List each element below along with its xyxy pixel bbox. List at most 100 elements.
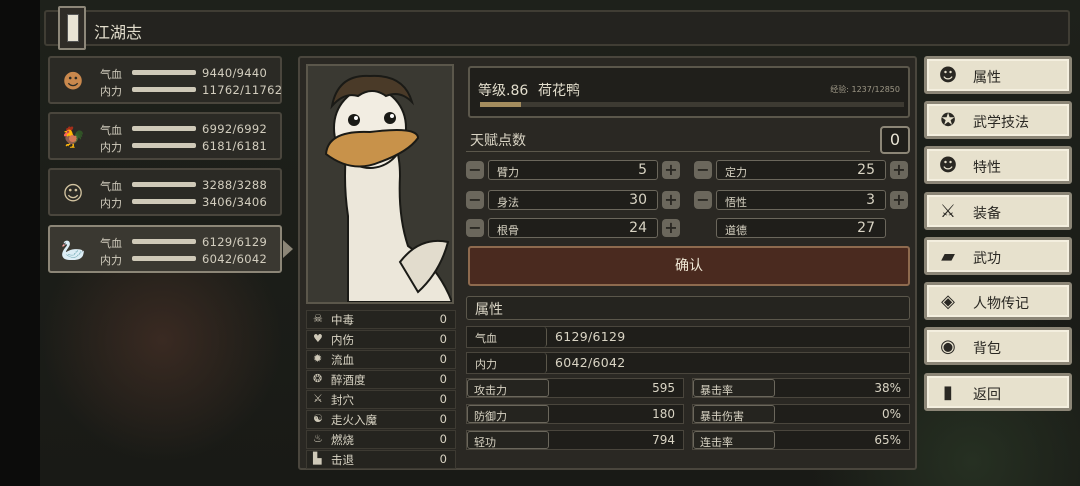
- trait-icon: ☻: [938, 155, 958, 176]
- menu-label: 属性: [973, 70, 1001, 86]
- attribute-value: 25: [857, 162, 875, 178]
- attribute-name: 臂力: [497, 166, 519, 179]
- attribute-value: 30: [629, 192, 647, 208]
- character-card-1[interactable]: ☻ 气血 9440/9440 内力 11762/11762: [48, 56, 282, 104]
- attribute-name: 定力: [725, 166, 747, 179]
- menu-label: 装备: [973, 206, 1001, 222]
- increase-button[interactable]: +: [662, 161, 680, 179]
- menu-attributes-button[interactable]: ☻ 属性: [924, 56, 1072, 94]
- stat-label: 防御力: [467, 405, 549, 423]
- exp-bar: [480, 102, 904, 107]
- burn-icon: ♨: [313, 432, 323, 445]
- mp-bar: [132, 143, 196, 148]
- character-detail-panel: ☠ 中毒 0 ♥ 内伤 0 ✹ 流血 0 ❂ 醉酒度 0 ⚔ 封穴 0 ☯ 走火入魔 0 ♨ 燃烧 0 ▙ 击…: [298, 56, 917, 470]
- stat-value: 794: [652, 433, 675, 447]
- mp-stat-label: 内力: [467, 353, 547, 373]
- hp-bar: [132, 182, 196, 187]
- character-card-3[interactable]: ☺ 气血 3288/3288 内力 3406/3406: [48, 168, 282, 216]
- attribute-value: 3: [866, 192, 875, 208]
- menu-biography-button[interactable]: ◈ 人物传记: [924, 282, 1072, 320]
- properties-title: 属性: [466, 296, 910, 320]
- menu-label: 武学技法: [973, 115, 1029, 131]
- status-value: 0: [439, 412, 447, 426]
- duck-avatar-icon: 🦢: [60, 238, 86, 262]
- hp-stat-label: 气血: [467, 327, 547, 347]
- character-card-2[interactable]: 🐓 气血 6992/6992 内力 6181/6181: [48, 112, 282, 160]
- hp-value: 6992/6992: [202, 122, 268, 136]
- decrease-button[interactable]: −: [466, 219, 484, 237]
- attribute-value: 24: [629, 220, 647, 236]
- decrease-button[interactable]: −: [466, 191, 484, 209]
- stat-value: 65%: [874, 433, 901, 447]
- biography-icon: ◈: [941, 291, 955, 312]
- mp-stat-row: 内力 6042/6042: [466, 352, 910, 374]
- mp-label: 内力: [100, 197, 122, 210]
- poison-icon: ☠: [313, 312, 323, 325]
- increase-button[interactable]: +: [890, 161, 908, 179]
- stat-row: 暴击率 38%: [692, 378, 910, 398]
- stat-value: 0%: [881, 407, 901, 421]
- mp-value: 3406/3406: [202, 195, 268, 209]
- hp-label: 气血: [100, 180, 122, 193]
- menu-martial-skills-button[interactable]: ✪ 武学技法: [924, 101, 1072, 139]
- stat-value: 180: [652, 407, 675, 421]
- status-name: 燃烧: [331, 433, 354, 447]
- increase-button[interactable]: +: [662, 191, 680, 209]
- status-name: 中毒: [331, 313, 354, 327]
- door-icon: ▮: [943, 382, 953, 403]
- menu-bag-button[interactable]: ◉ 背包: [924, 327, 1072, 365]
- menu-kungfu-button[interactable]: ▰ 武功: [924, 237, 1072, 275]
- decrease-button[interactable]: −: [466, 161, 484, 179]
- menu-equipment-button[interactable]: ⚔ 装备: [924, 192, 1072, 230]
- character-name: 荷花鸭: [538, 83, 580, 99]
- level-label: 等级.86: [478, 83, 529, 99]
- menu-label: 返回: [973, 387, 1001, 403]
- broken-heart-icon: ♥: [313, 332, 323, 345]
- stat-row: 暴击伤害 0%: [692, 404, 910, 424]
- attribute-value: 5: [638, 162, 647, 178]
- character-card-4[interactable]: 🦢 气血 6129/6129 内力 6042/6042: [48, 225, 282, 273]
- hp-bar: [132, 70, 196, 75]
- confirm-button[interactable]: 确认: [468, 246, 910, 286]
- menu-label: 背包: [973, 341, 1001, 357]
- bleed-icon: ✹: [313, 352, 323, 365]
- attribute-name: 身法: [497, 196, 519, 209]
- decrease-button[interactable]: −: [694, 191, 712, 209]
- level-box: 等级.86 荷花鸭 经验: 1237/12850: [468, 66, 910, 118]
- menu-label: 人物传记: [973, 296, 1029, 312]
- stat-row: 防御力 180: [466, 404, 684, 424]
- attribute-row: − 臂力 5 +: [466, 160, 684, 180]
- status-item: ✹ 流血 0: [306, 350, 456, 369]
- hp-bar: [132, 126, 196, 131]
- attribute-name: 根骨: [497, 224, 519, 237]
- stat-label: 攻击力: [467, 379, 549, 397]
- mp-bar: [132, 87, 196, 92]
- qi-deviation-icon: ☯: [313, 412, 323, 425]
- attribute-name: 悟性: [725, 196, 747, 209]
- bag-icon: ◉: [940, 336, 956, 357]
- mp-value: 6042/6042: [202, 252, 268, 266]
- mp-value: 6181/6181: [202, 139, 268, 153]
- hp-stat-row: 气血 6129/6129: [466, 326, 910, 348]
- status-value: 0: [439, 432, 447, 446]
- menu-back-button[interactable]: ▮ 返回: [924, 373, 1072, 411]
- page-title: 江湖志: [94, 23, 143, 42]
- increase-button[interactable]: +: [890, 191, 908, 209]
- selection-arrow-icon: [283, 240, 293, 258]
- stat-value: 38%: [874, 381, 901, 395]
- increase-button[interactable]: +: [662, 219, 680, 237]
- decrease-button[interactable]: −: [694, 161, 712, 179]
- exp-text: 经验: 1237/12850: [830, 85, 900, 94]
- hat-man-avatar-icon: ☺: [62, 181, 84, 205]
- status-name: 走火入魔: [331, 413, 377, 427]
- mp-label: 内力: [100, 254, 122, 267]
- left-edge: [0, 0, 40, 486]
- status-effects-list: ☠ 中毒 0 ♥ 内伤 0 ✹ 流血 0 ❂ 醉酒度 0 ⚔ 封穴 0 ☯ 走火入魔 0 ♨ 燃烧 0 ▙ 击…: [306, 310, 456, 470]
- menu-traits-button[interactable]: ☻ 特性: [924, 146, 1072, 184]
- status-name: 击退: [331, 453, 354, 467]
- status-name: 醉酒度: [331, 373, 366, 387]
- hp-value: 3288/3288: [202, 178, 268, 192]
- talent-points-value: 0: [880, 126, 910, 154]
- hp-label: 气血: [100, 237, 122, 250]
- attribute-row: 道德 27: [694, 218, 912, 238]
